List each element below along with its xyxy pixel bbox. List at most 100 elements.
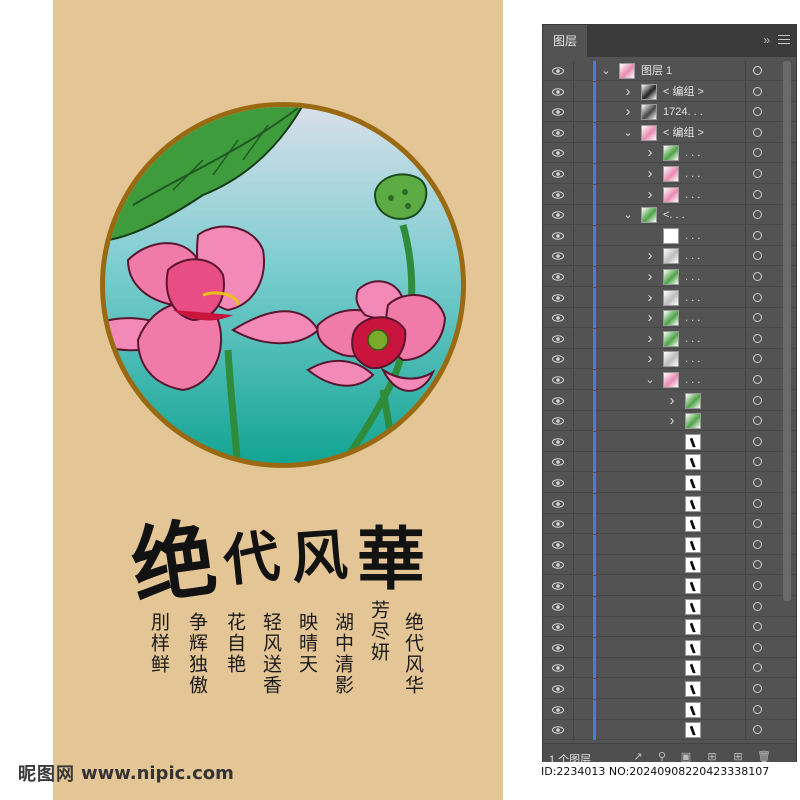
double-chevron-icon[interactable]: » <box>763 33 770 47</box>
target-circle-icon[interactable] <box>753 478 762 487</box>
layer-row[interactable]: › < 编组 > <box>543 81 796 102</box>
layer-row[interactable]: ⌄ < 编组 > <box>543 122 796 143</box>
layer-row[interactable]: › . . . <box>543 287 796 308</box>
eye-icon[interactable] <box>552 168 564 180</box>
target-circle-icon[interactable] <box>753 642 762 652</box>
layer-row[interactable] <box>543 452 796 473</box>
layer-name[interactable]: . . . <box>685 267 700 287</box>
target-circle-icon[interactable] <box>753 107 762 117</box>
target-circle-icon[interactable] <box>753 127 762 137</box>
chevron-right-icon[interactable]: › <box>645 248 655 264</box>
tab-layers[interactable]: 图层 <box>543 25 587 57</box>
target-circle-icon[interactable] <box>753 684 762 693</box>
target-circle-icon[interactable] <box>753 436 762 446</box>
eye-icon[interactable] <box>552 580 564 592</box>
eye-icon[interactable] <box>552 292 564 304</box>
chevron-right-icon[interactable]: › <box>667 413 677 429</box>
target-circle-icon[interactable] <box>753 581 762 590</box>
layer-row[interactable]: . . . <box>543 225 796 246</box>
eye-icon[interactable] <box>552 683 564 695</box>
chevron-right-icon[interactable]: › <box>623 83 633 100</box>
layer-row[interactable]: ⌄ 图层 1 <box>543 61 796 81</box>
layer-row[interactable]: ⌄ <. . . <box>543 205 796 226</box>
eye-icon[interactable] <box>552 498 564 510</box>
target-circle-icon[interactable] <box>753 375 762 384</box>
layer-row[interactable]: › 1724. . . <box>543 102 796 123</box>
layer-row[interactable] <box>543 576 796 596</box>
target-circle-icon[interactable] <box>753 169 762 178</box>
eye-icon[interactable] <box>552 477 564 489</box>
layer-name[interactable]: . . . <box>685 308 700 328</box>
layer-name[interactable]: <. . . <box>663 205 685 225</box>
target-circle-icon[interactable] <box>753 622 762 632</box>
target-circle-icon[interactable] <box>753 272 762 281</box>
layer-row[interactable]: ⌄ . . . <box>543 370 796 390</box>
eye-icon[interactable] <box>552 415 564 427</box>
layer-row[interactable]: › <box>543 390 796 411</box>
eye-icon[interactable] <box>552 333 564 345</box>
chevron-down-icon[interactable]: ⌄ <box>601 63 611 79</box>
layer-name[interactable]: . . . <box>685 288 700 308</box>
eye-icon[interactable] <box>552 127 564 139</box>
target-circle-icon[interactable] <box>753 539 762 549</box>
layer-name[interactable]: 1724. . . <box>663 102 703 122</box>
layer-row[interactable]: › . . . <box>543 328 796 349</box>
hamburger-icon[interactable] <box>778 32 790 44</box>
target-circle-icon[interactable] <box>753 251 762 261</box>
layer-row[interactable] <box>543 473 796 493</box>
chevron-right-icon[interactable]: › <box>645 269 655 285</box>
eye-icon[interactable] <box>552 189 564 201</box>
eye-icon[interactable] <box>552 86 564 98</box>
layer-name[interactable]: . . . <box>685 143 700 163</box>
layer-name[interactable]: . . . <box>685 370 700 390</box>
eye-icon[interactable] <box>552 312 564 324</box>
target-circle-icon[interactable] <box>753 189 762 199</box>
target-circle-icon[interactable] <box>753 519 762 529</box>
layer-row[interactable]: › . . . <box>543 246 796 267</box>
layer-row[interactable] <box>543 514 796 535</box>
target-circle-icon[interactable] <box>753 725 762 735</box>
layer-row[interactable] <box>543 596 796 617</box>
target-circle-icon[interactable] <box>753 230 762 240</box>
layer-row[interactable] <box>543 534 796 555</box>
target-circle-icon[interactable] <box>753 416 762 426</box>
eye-icon[interactable] <box>552 209 564 221</box>
eye-icon[interactable] <box>552 230 564 242</box>
layer-row[interactable]: › . . . <box>543 184 796 205</box>
layer-name[interactable]: . . . <box>685 246 700 266</box>
scrollbar-thumb[interactable] <box>783 61 791 601</box>
layer-row[interactable]: › <box>543 411 796 432</box>
eye-icon[interactable] <box>552 539 564 551</box>
eye-icon[interactable] <box>552 106 564 118</box>
eye-icon[interactable] <box>552 559 564 571</box>
layer-name[interactable]: . . . <box>685 226 700 246</box>
layer-name[interactable]: < 编组 > <box>663 82 704 102</box>
layer-row[interactable] <box>543 720 796 741</box>
target-circle-icon[interactable] <box>753 86 762 96</box>
chevron-right-icon[interactable]: › <box>623 104 633 120</box>
layer-name[interactable]: . . . <box>685 185 700 205</box>
chevron-right-icon[interactable]: › <box>645 145 655 161</box>
eye-icon[interactable] <box>552 374 564 386</box>
eye-icon[interactable] <box>552 456 564 468</box>
eye-icon[interactable] <box>552 704 564 716</box>
eye-icon[interactable] <box>552 601 564 613</box>
eye-icon[interactable] <box>552 250 564 262</box>
chevron-right-icon[interactable]: › <box>645 166 655 182</box>
eye-icon[interactable] <box>552 436 564 448</box>
target-circle-icon[interactable] <box>753 313 762 323</box>
target-circle-icon[interactable] <box>753 560 762 570</box>
layer-row[interactable] <box>543 679 796 699</box>
target-circle-icon[interactable] <box>753 457 762 467</box>
chevron-right-icon[interactable]: › <box>645 186 655 203</box>
eye-icon[interactable] <box>552 395 564 407</box>
target-circle-icon[interactable] <box>753 66 762 75</box>
eye-icon[interactable] <box>552 621 564 633</box>
eye-icon[interactable] <box>552 353 564 365</box>
chevron-down-icon[interactable]: ⌄ <box>623 207 633 223</box>
layer-name[interactable]: < 编组 > <box>663 123 704 143</box>
layer-row[interactable] <box>543 431 796 452</box>
target-circle-icon[interactable] <box>753 354 762 364</box>
layer-row[interactable]: › . . . <box>543 349 796 370</box>
eye-icon[interactable] <box>552 271 564 283</box>
